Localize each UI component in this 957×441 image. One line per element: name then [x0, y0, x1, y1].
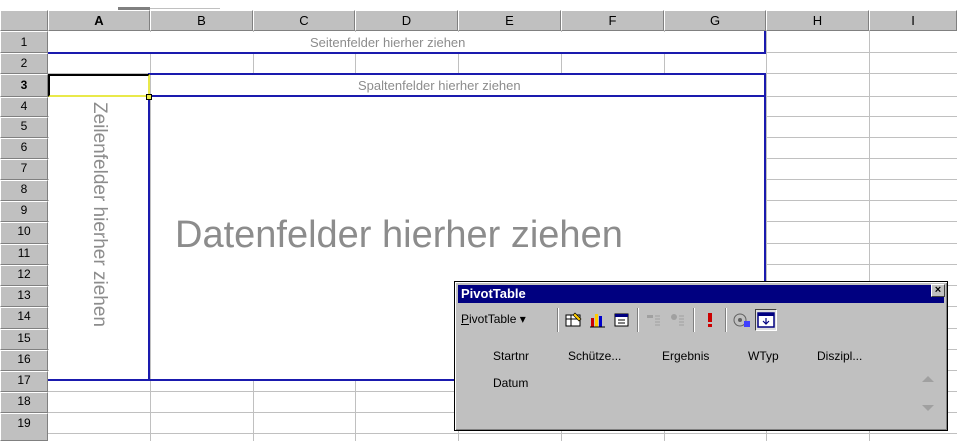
menu-label: ivotTable — [469, 312, 517, 326]
chevron-down-icon: ▾ — [519, 312, 526, 326]
page-fields-hint: Seitenfelder hierher ziehen — [310, 35, 466, 50]
pivot-chart-icon[interactable] — [587, 309, 609, 331]
field-button-datum[interactable]: Datum — [493, 376, 528, 390]
spreadsheet: A B C D E F G H I 1 2 3 4 5 6 7 8 9 10 1… — [0, 0, 957, 441]
row-header-13[interactable]: 13 — [0, 286, 48, 307]
pivottable-toolbar[interactable]: PivotTable × PivotTable ▾ Startnr Schütz… — [454, 281, 948, 431]
row-header-15[interactable]: 15 — [0, 329, 48, 350]
field-button-schuetze[interactable]: Schütze... — [568, 349, 621, 363]
row-header-19[interactable]: 19 — [0, 413, 48, 441]
toolbar-title[interactable]: PivotTable — [458, 285, 944, 303]
pivot-outline — [148, 73, 150, 381]
field-button-wtyp[interactable]: WTyp — [748, 349, 779, 363]
row-header-3[interactable]: 3 — [0, 74, 48, 97]
refresh-icon[interactable] — [699, 309, 721, 331]
scroll-down-icon[interactable] — [921, 403, 935, 413]
grid-line — [48, 433, 957, 434]
show-fields-icon[interactable] — [755, 309, 777, 331]
toolbar-strip — [0, 0, 957, 10]
pivot-outline — [764, 73, 766, 281]
toolbar-separator — [557, 308, 559, 332]
row-header-10[interactable]: 10 — [0, 222, 48, 244]
row-fields-hint: Zeilenfelder hierher ziehen — [89, 102, 110, 327]
row-header-6[interactable]: 6 — [0, 138, 48, 159]
column-header-f[interactable]: F — [561, 10, 664, 31]
field-settings-icon[interactable] — [731, 309, 753, 331]
column-header-g[interactable]: G — [664, 10, 766, 31]
data-fields-hint: Datenfelder hierher ziehen — [175, 214, 623, 256]
scroll-up-icon[interactable] — [921, 374, 935, 384]
column-header-d[interactable]: D — [355, 10, 458, 31]
select-all-corner[interactable] — [0, 10, 48, 31]
row-header-7[interactable]: 7 — [0, 159, 48, 180]
row-header-11[interactable]: 11 — [0, 244, 48, 265]
pivot-outline — [48, 379, 456, 381]
row-header-2[interactable]: 2 — [0, 53, 48, 74]
scroll-mark-line — [150, 8, 220, 9]
toolbar-separator — [725, 308, 727, 332]
chart-wizard-icon[interactable] — [563, 309, 585, 331]
hide-detail-icon[interactable] — [643, 309, 665, 331]
pivot-outline — [48, 52, 766, 54]
pivottable-menu-button[interactable]: PivotTable ▾ — [461, 312, 526, 326]
fill-handle[interactable] — [146, 94, 152, 100]
row-header-14[interactable]: 14 — [0, 307, 48, 329]
show-detail-icon[interactable] — [667, 309, 689, 331]
pivot-outline — [764, 31, 766, 54]
menu-accelerator: P — [461, 312, 470, 326]
column-header-a[interactable]: A — [48, 10, 150, 31]
row-header-8[interactable]: 8 — [0, 180, 48, 201]
row-header-9[interactable]: 9 — [0, 201, 48, 222]
column-header-i[interactable]: I — [869, 10, 957, 31]
close-icon[interactable]: × — [931, 284, 945, 297]
field-button-ergebnis[interactable]: Ergebnis — [662, 349, 709, 363]
active-cell[interactable] — [48, 74, 150, 97]
row-header-4[interactable]: 4 — [0, 97, 48, 117]
row-header-16[interactable]: 16 — [0, 350, 48, 371]
field-button-startnr[interactable]: Startnr — [493, 349, 529, 363]
column-fields-hint: Spaltenfelder hierher ziehen — [358, 78, 521, 93]
row-header-18[interactable]: 18 — [0, 392, 48, 413]
column-header-e[interactable]: E — [458, 10, 561, 31]
column-header-c[interactable]: C — [253, 10, 355, 31]
row-header-17[interactable]: 17 — [0, 371, 48, 392]
toolbar-separator — [637, 308, 639, 332]
row-header-1[interactable]: 1 — [0, 31, 48, 53]
pivot-outline — [150, 73, 766, 75]
table-wizard-icon[interactable] — [611, 309, 633, 331]
row-header-5[interactable]: 5 — [0, 117, 48, 138]
row-header-12[interactable]: 12 — [0, 265, 48, 286]
toolbar-separator — [693, 308, 695, 332]
column-header-b[interactable]: B — [150, 10, 253, 31]
field-button-diszipl[interactable]: Diszipl... — [817, 349, 862, 363]
column-header-h[interactable]: H — [766, 10, 869, 31]
pivot-outline — [150, 95, 766, 97]
